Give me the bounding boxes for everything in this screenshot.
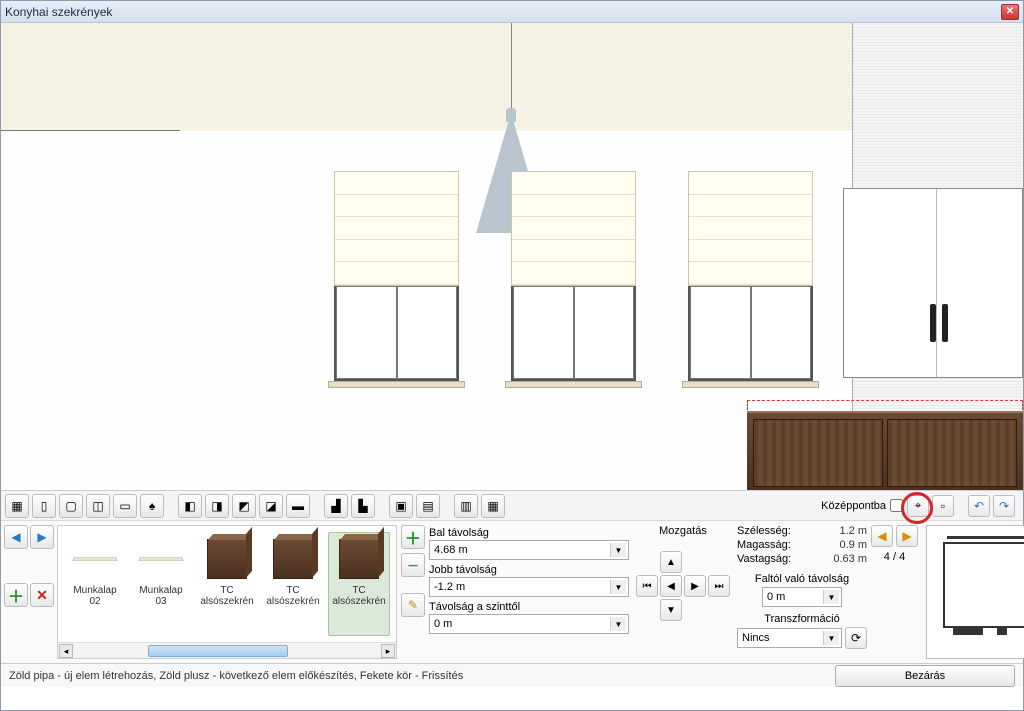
plus-tool-button[interactable]: ＋	[401, 525, 425, 549]
height-value: 0.9 m	[839, 539, 867, 551]
left-dist-label: Bal távolság	[429, 527, 629, 539]
tool-view4-icon[interactable]: ◪	[259, 494, 283, 518]
transform-dropdown[interactable]: Nincs▼	[737, 628, 842, 648]
wall-dist-label: Faltól való távolság	[737, 573, 867, 585]
delete-button[interactable]: ✕	[30, 583, 54, 607]
tool-misc1-icon[interactable]: ▣	[389, 494, 413, 518]
page-prev-button[interactable]: ◀	[871, 525, 893, 547]
window-2	[511, 171, 636, 388]
upper-cabinet	[843, 188, 1023, 378]
page-indicator: 4 / 4	[884, 551, 905, 563]
titlebar: Konyhai szekrények ✕	[1, 1, 1023, 23]
right-dist-dropdown[interactable]: -1.2 m▼	[429, 577, 629, 597]
tool-grid-icon[interactable]: ▦	[5, 494, 29, 518]
move-up-button[interactable]: ▲	[660, 551, 682, 573]
move-dpad: ▲ ⏮ ◀ ▶ ⏭ ▼	[636, 551, 730, 621]
center-checkbox[interactable]	[890, 499, 903, 512]
window-title: Konyhai szekrények	[5, 5, 1001, 19]
dialog-window: Konyhai szekrények ✕	[0, 0, 1024, 711]
close-button[interactable]: Bezárás	[835, 665, 1015, 687]
3d-viewport[interactable]	[1, 23, 1023, 491]
control-panel: ▦ ▯ ▢ ◫ ▭ ♠ ◧ ◨ ◩ ◪ ▬ ▟ ▙ ▣ ▤ ▥ ▦ Középp…	[1, 491, 1023, 687]
floor-plan[interactable]	[926, 525, 1024, 659]
level-dist-label: Távolság a szinttől	[429, 601, 629, 613]
hint-text: Zöld pipa - új elem létrehozás, Zöld plu…	[9, 670, 827, 682]
tool-view2-icon[interactable]: ◨	[205, 494, 229, 518]
tool-cab1-icon[interactable]: ▟	[324, 494, 348, 518]
move-down-button[interactable]: ▼	[660, 599, 682, 621]
tool-misc3-icon[interactable]: ▥	[454, 494, 478, 518]
lamp-wire	[511, 23, 512, 118]
thumb-item[interactable]: TC alsószekrén	[262, 532, 324, 636]
thumb-item-selected[interactable]: TC alsószekrén	[328, 532, 390, 636]
refresh-button[interactable]: ⟳	[845, 627, 867, 649]
snap-button[interactable]: ⌖	[907, 495, 929, 517]
lower-cabinet	[747, 411, 1023, 491]
depth-value: 0.63 m	[833, 553, 867, 565]
footer: Zöld pipa - új elem létrehozás, Zöld plu…	[1, 663, 1023, 687]
tool-window-icon[interactable]: ◫	[86, 494, 110, 518]
tool-door-icon[interactable]: ▢	[59, 494, 83, 518]
center-label: Középpontba	[821, 500, 886, 512]
level-dist-dropdown[interactable]: 0 m▼	[429, 614, 629, 634]
move-right-button[interactable]: ▶	[684, 575, 706, 597]
tool-panel-icon[interactable]: ▭	[113, 494, 137, 518]
minus-tool-button[interactable]: －	[401, 553, 425, 577]
move-left-button[interactable]: ◀	[660, 575, 682, 597]
next-button[interactable]: ▶	[30, 525, 54, 549]
width-value: 1.2 m	[839, 525, 867, 537]
wall-dist-dropdown[interactable]: 0 m▼	[762, 587, 842, 607]
window-1	[334, 171, 459, 388]
add-button[interactable]: ＋	[4, 583, 28, 607]
height-label: Magasság:	[737, 539, 791, 551]
thumb-item[interactable]: TC alsószekrén	[196, 532, 258, 636]
width-label: Szélesség:	[737, 525, 791, 537]
tool-extra1[interactable]: ▫	[932, 495, 954, 517]
tool-lamp-icon[interactable]: ♠	[140, 494, 164, 518]
thumbnail-list: Munkalap 02 Munkalap 03 TC alsószekrén T…	[57, 525, 397, 659]
transform-label: Transzformáció	[737, 613, 867, 625]
move-label: Mozgatás	[659, 525, 707, 537]
move-far-right-button[interactable]: ⏭	[708, 575, 730, 597]
right-dist-label: Jobb távolság	[429, 564, 629, 576]
tool-view1-icon[interactable]: ◧	[178, 494, 202, 518]
left-dist-dropdown[interactable]: 4.68 m▼	[429, 540, 629, 560]
undo-button[interactable]: ↶	[968, 495, 990, 517]
tool-view5-icon[interactable]: ▬	[286, 494, 310, 518]
tool-misc4-icon[interactable]: ▦	[481, 494, 505, 518]
tool-wall-icon[interactable]: ▯	[32, 494, 56, 518]
thumb-scrollbar[interactable]: ◂ ▸	[58, 642, 396, 658]
tool-view3-icon[interactable]: ◩	[232, 494, 256, 518]
tool-misc2-icon[interactable]: ▤	[416, 494, 440, 518]
tool-cab2-icon[interactable]: ▙	[351, 494, 375, 518]
redo-button[interactable]: ↷	[993, 495, 1015, 517]
thumb-item[interactable]: Munkalap 02	[64, 532, 126, 636]
close-icon[interactable]: ✕	[1001, 4, 1019, 20]
selection-outline	[747, 400, 1023, 410]
toolbar: ▦ ▯ ▢ ◫ ▭ ♠ ◧ ◨ ◩ ◪ ▬ ▟ ▙ ▣ ▤ ▥ ▦ Középp…	[1, 491, 1023, 521]
prev-button[interactable]: ◀	[4, 525, 28, 549]
window-3	[688, 171, 813, 388]
edit-tool-button[interactable]: ✎	[401, 593, 425, 617]
thumb-item[interactable]: Munkalap 03	[130, 532, 192, 636]
move-far-left-button[interactable]: ⏮	[636, 575, 658, 597]
page-next-button[interactable]: ▶	[896, 525, 918, 547]
depth-label: Vastagság:	[737, 553, 791, 565]
